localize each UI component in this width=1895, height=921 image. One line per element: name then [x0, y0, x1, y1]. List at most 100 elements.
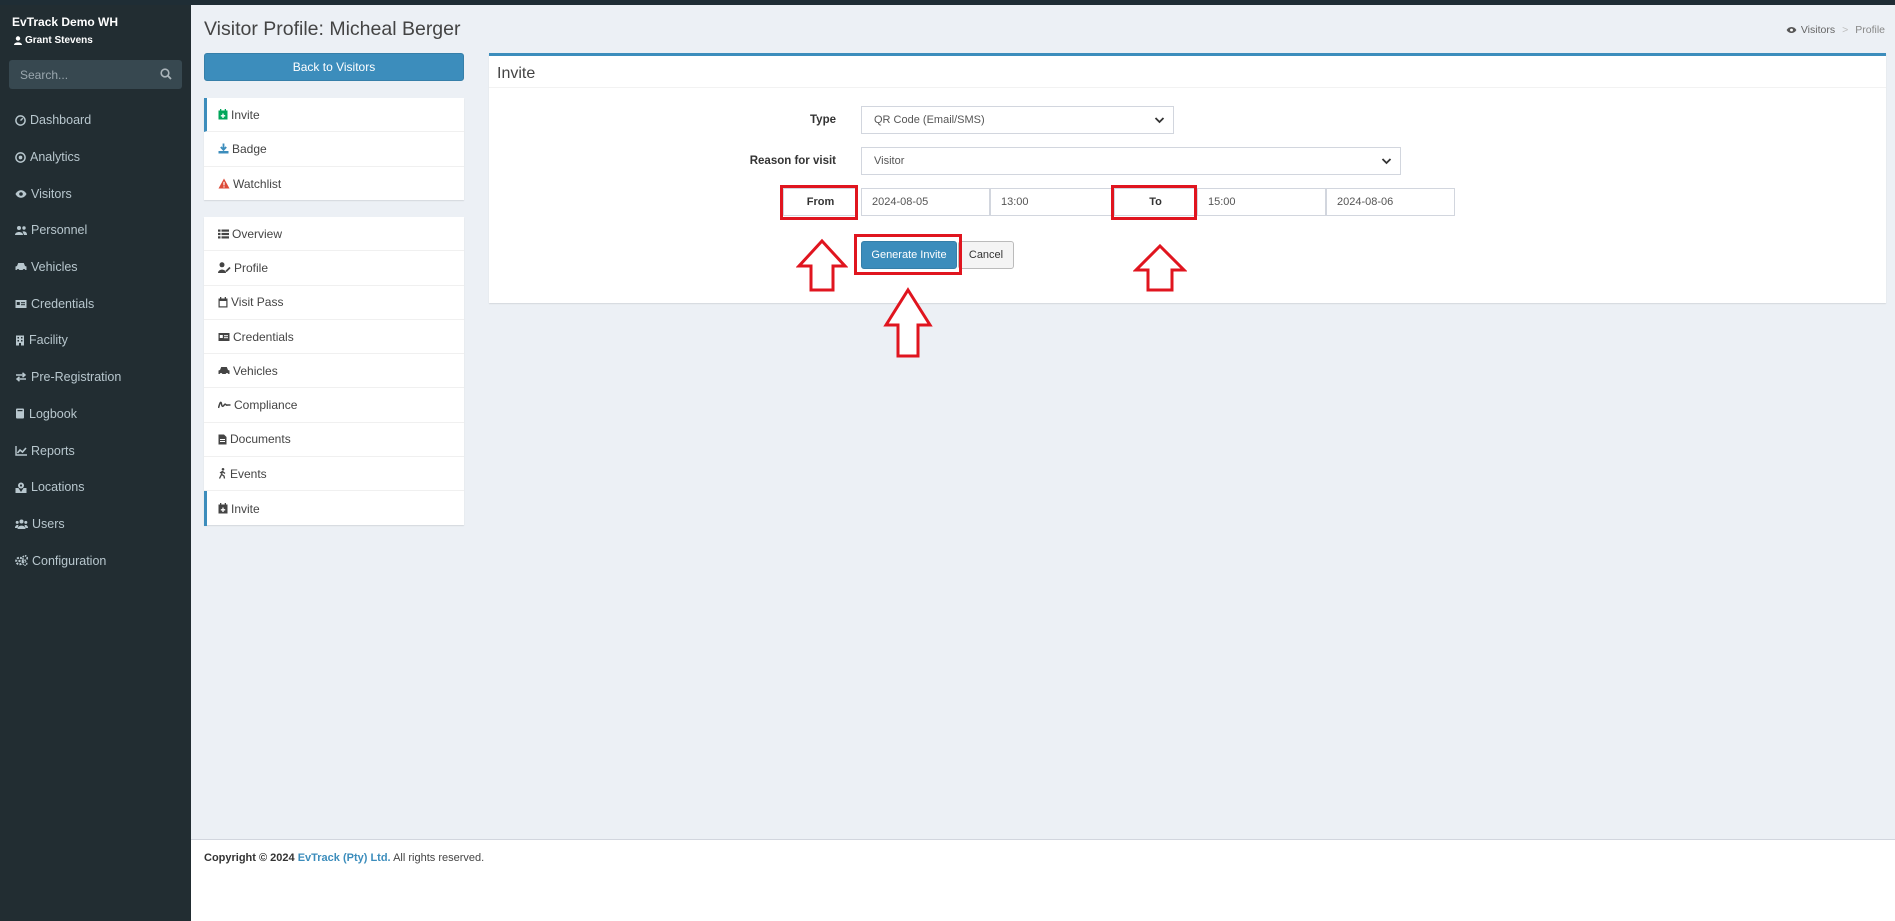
profile-menu: Overview Profile Visit Pass Credentials …: [204, 217, 464, 526]
highlight-box-generate: [854, 234, 962, 275]
cancel-button[interactable]: Cancel: [958, 241, 1014, 269]
calendar-icon: [218, 296, 228, 308]
list-item-label: Overview: [232, 226, 283, 241]
calendar-plus-icon: [218, 503, 228, 514]
signature-icon: [218, 401, 231, 409]
list-item-label: Compliance: [234, 398, 298, 413]
sidebar-item-label: Users: [32, 516, 65, 531]
sidebar-item-vehicles[interactable]: Vehicles: [0, 249, 191, 286]
search-icon[interactable]: [160, 68, 172, 80]
id-card-icon: [218, 332, 230, 341]
copyright-text: Copyright © 2024 EvTrack (Pty) Ltd. All …: [204, 852, 484, 864]
menu-item-compliance[interactable]: Compliance: [204, 388, 464, 423]
sidebar-search: [9, 60, 182, 89]
exchange-icon: [15, 372, 27, 382]
list-item-label: Vehicles: [233, 363, 278, 378]
company-link[interactable]: EvTrack (Pty) Ltd.: [298, 852, 391, 864]
list-item-label: Events: [230, 466, 267, 481]
sidebar-item-facility[interactable]: Facility: [0, 322, 191, 359]
list-icon: [218, 229, 229, 239]
sidebar-item-label: Credentials: [31, 296, 95, 311]
user-name: Grant Stevens: [25, 35, 93, 46]
sidebar-item-credentials[interactable]: Credentials: [0, 285, 191, 322]
breadcrumb-visitors-link[interactable]: Visitors: [1801, 24, 1835, 36]
sidebar-item-label: Vehicles: [31, 260, 78, 275]
car-icon: [218, 366, 230, 376]
action-badge[interactable]: Badge: [204, 132, 464, 167]
menu-item-overview[interactable]: Overview: [204, 217, 464, 252]
menu-item-profile[interactable]: Profile: [204, 251, 464, 286]
sidebar-item-pre-registration[interactable]: Pre-Registration: [0, 359, 191, 396]
chart-icon: [15, 445, 27, 456]
arrow-up-icon: [883, 287, 933, 358]
search-input[interactable]: [9, 60, 149, 89]
list-item-label: Invite: [231, 501, 260, 516]
arrow-up-icon: [796, 238, 848, 292]
list-item-label: Invite: [231, 107, 260, 122]
top-strip: [0, 0, 1895, 5]
menu-item-visit-pass[interactable]: Visit Pass: [204, 286, 464, 320]
to-time-input[interactable]: 15:00: [1197, 188, 1326, 216]
action-watchlist[interactable]: Watchlist: [204, 167, 464, 201]
sidebar-item-locations[interactable]: Locations: [0, 469, 191, 506]
list-item-label: Badge: [232, 141, 267, 156]
page-title: Visitor Profile: Micheal Berger: [204, 18, 461, 40]
sidebar-item-users[interactable]: Users: [0, 506, 191, 543]
sidebar-item-label: Dashboard: [30, 113, 92, 128]
panel-divider: [489, 87, 1886, 88]
sidebar-item-label: Reports: [31, 443, 75, 458]
profile-actions: Invite Badge Watchlist: [204, 98, 464, 200]
user-edit-icon: [218, 262, 231, 274]
menu-item-documents[interactable]: Documents: [204, 423, 464, 458]
type-select-value: QR Code (Email/SMS): [874, 114, 985, 126]
from-time-input[interactable]: 13:00: [990, 188, 1114, 216]
type-label: Type: [810, 114, 836, 126]
sidebar-item-dashboard[interactable]: Dashboard: [0, 102, 191, 139]
sidebar-item-label: Visitors: [31, 186, 72, 201]
breadcrumb-current: Profile: [1855, 24, 1885, 36]
menu-item-events[interactable]: Events: [204, 457, 464, 492]
book-icon: [16, 408, 24, 419]
building-icon: [16, 335, 24, 346]
breadcrumb: Visitors > Profile: [1786, 24, 1885, 36]
list-item-label: Profile: [234, 260, 269, 275]
car-icon: [15, 263, 27, 272]
list-item-label: Documents: [230, 432, 291, 447]
type-select[interactable]: QR Code (Email/SMS): [861, 106, 1174, 134]
menu-item-invite[interactable]: Invite: [204, 491, 464, 526]
download-icon: [218, 143, 229, 154]
sidebar-item-personnel[interactable]: Personnel: [0, 212, 191, 249]
reason-select[interactable]: Visitor: [861, 147, 1401, 175]
sidebar-item-visitors[interactable]: Visitors: [0, 175, 191, 212]
sidebar-item-label: Facility: [29, 333, 68, 348]
id-card-icon: [15, 299, 27, 308]
walking-icon: [218, 468, 226, 480]
to-date-input[interactable]: 2024-08-06: [1326, 188, 1455, 216]
chevron-down-icon: [1381, 158, 1392, 165]
list-item-label: Credentials: [233, 329, 294, 344]
sidebar-item-label: Logbook: [29, 406, 77, 421]
back-to-visitors-button[interactable]: Back to Visitors: [204, 53, 464, 81]
menu-item-credentials[interactable]: Credentials: [204, 320, 464, 355]
sidebar-item-label: Personnel: [31, 223, 88, 238]
highlight-box-from: [780, 185, 858, 220]
users-group-icon: [15, 519, 28, 529]
sidebar-item-logbook[interactable]: Logbook: [0, 396, 191, 433]
copyright-prefix: Copyright © 2024: [204, 852, 295, 864]
map-icon: [15, 482, 27, 493]
sidebar-item-label: Configuration: [32, 553, 107, 568]
sidebar-item-analytics[interactable]: Analytics: [0, 139, 191, 176]
action-invite[interactable]: Invite: [204, 98, 464, 133]
menu-item-vehicles[interactable]: Vehicles: [204, 354, 464, 389]
warning-icon: [218, 178, 230, 189]
brand-name: EvTrack Demo WH: [12, 15, 119, 29]
panel-title: Invite: [497, 65, 536, 82]
sidebar-item-reports[interactable]: Reports: [0, 432, 191, 469]
current-user[interactable]: Grant Stevens: [14, 35, 93, 46]
sidebar-nav: Dashboard Analytics Visitors Personnel V…: [0, 102, 191, 579]
arrow-up-icon: [1133, 243, 1187, 292]
footer: Copyright © 2024 EvTrack (Pty) Ltd. All …: [191, 839, 1895, 921]
sidebar-item-configuration[interactable]: Configuration: [0, 542, 191, 579]
chevron-down-icon: [1154, 117, 1165, 124]
from-date-input[interactable]: 2024-08-05: [861, 188, 990, 216]
